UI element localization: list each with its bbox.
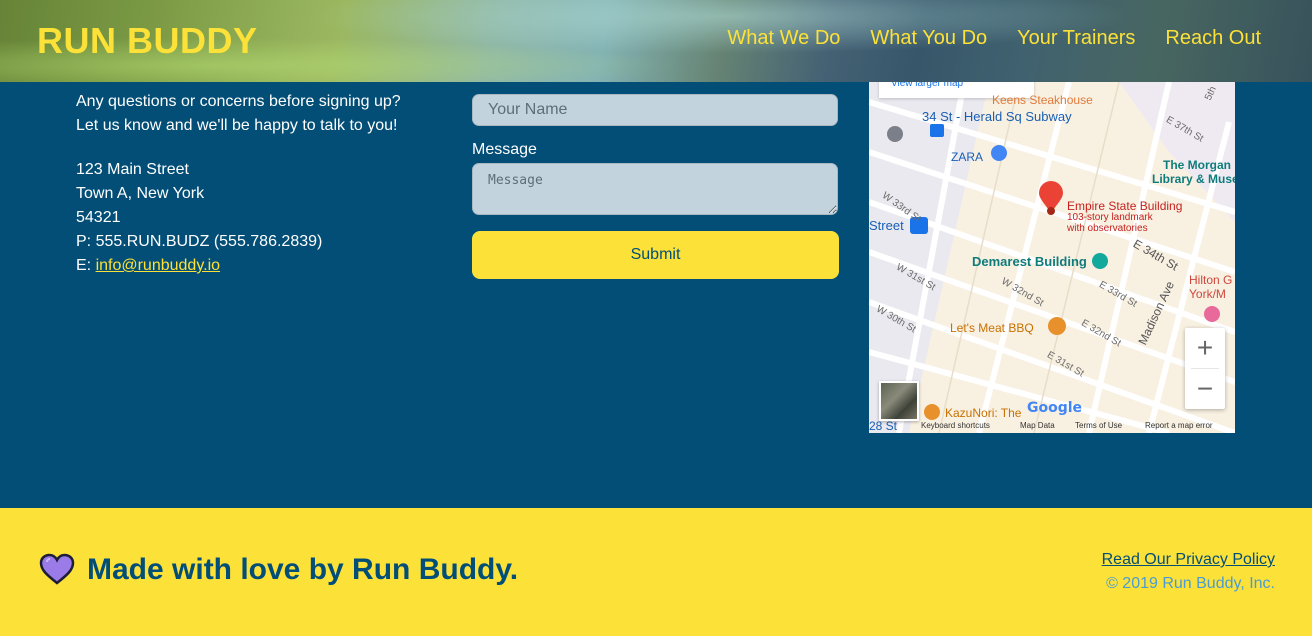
map-label-morgan-2: Library & Museum	[1152, 172, 1235, 186]
map-label-esb: Empire State Building	[1067, 199, 1183, 213]
embedded-map[interactable]: View larger map Keens Steakhouse 34 St -…	[869, 82, 1235, 433]
map-terms-link[interactable]: Terms of Use	[1075, 421, 1122, 430]
contact-address: 123 Main Street Town A, New York 54321 P…	[76, 158, 401, 278]
map-label-subway: 34 St - Herald Sq Subway	[922, 109, 1072, 124]
submit-button[interactable]: Submit	[472, 231, 839, 279]
map-zoom-control: + −	[1185, 328, 1225, 409]
heart-icon	[39, 553, 75, 585]
satellite-toggle[interactable]	[879, 381, 919, 421]
contact-intro: Any questions or concerns before signing…	[76, 90, 401, 138]
message-textarea[interactable]	[472, 163, 838, 215]
contact-intro-line1: Any questions or concerns before signing…	[76, 93, 401, 110]
contact-email-row: E: info@runbuddy.io	[76, 254, 401, 278]
map-data-link[interactable]: Map Data	[1020, 421, 1055, 430]
address-zip: 54321	[76, 209, 121, 226]
address-street: 123 Main Street	[76, 161, 189, 178]
map-label-hilton: Hilton G	[1189, 273, 1233, 287]
nav-link-your-trainers[interactable]: Your Trainers	[1017, 27, 1135, 50]
map-label-keens: Keens Steakhouse	[992, 93, 1093, 107]
map-label-zara: ZARA	[951, 150, 984, 164]
map-label-esb-sub2: with observatories	[1067, 223, 1148, 234]
google-logo: Google	[1027, 400, 1083, 416]
zoom-in-button[interactable]: +	[1185, 328, 1225, 368]
site-header: RUN BUDDY What We Do What You Do Your Tr…	[0, 0, 1312, 82]
map-footer: Keyboard shortcuts Map Data Terms of Use…	[869, 419, 1235, 433]
map-label-hilton-2: York/M	[1189, 287, 1226, 301]
zoom-out-button[interactable]: −	[1185, 369, 1225, 409]
email-prefix: E:	[76, 257, 96, 274]
privacy-policy-link[interactable]: Read Our Privacy Policy	[1102, 551, 1275, 569]
contact-intro-line2: Let us know and we'll be happy to talk t…	[76, 117, 398, 134]
map-label-esb-sub1: 103-story landmark	[1067, 212, 1153, 223]
map-label-street: Street	[869, 218, 904, 233]
contact-phone: P: 555.RUN.BUDZ (555.786.2839)	[76, 233, 323, 250]
site-logo[interactable]: RUN BUDDY	[37, 20, 258, 62]
contact-info: Any questions or concerns before signing…	[76, 90, 401, 278]
nav-link-reach-out[interactable]: Reach Out	[1165, 27, 1261, 50]
map-report-link[interactable]: Report a map error	[1145, 421, 1213, 430]
map-label-letsmeat: Let's Meat BBQ	[950, 321, 1034, 335]
map-label-kazunori: KazuNori: The	[945, 406, 1022, 420]
site-footer: Made with love by Run Buddy. Read Our Pr…	[0, 508, 1312, 636]
footer-tagline: Made with love by Run Buddy.	[87, 553, 519, 586]
nav-link-what-we-do[interactable]: What We Do	[727, 27, 840, 50]
map-keyboard-shortcuts[interactable]: Keyboard shortcuts	[921, 421, 990, 430]
map-label-demarest: Demarest Building	[972, 254, 1087, 269]
address-city: Town A, New York	[76, 185, 205, 202]
main-nav: What We Do What You Do Your Trainers Rea…	[727, 27, 1261, 50]
message-label: Message	[472, 141, 537, 158]
email-link[interactable]: info@runbuddy.io	[96, 257, 220, 274]
map-label-morgan: The Morgan	[1163, 158, 1231, 172]
name-input[interactable]	[472, 94, 838, 126]
copyright-text: © 2019 Run Buddy, Inc.	[1106, 575, 1275, 592]
nav-link-what-you-do[interactable]: What You Do	[870, 27, 987, 50]
contact-form: Your Name Message Submit	[472, 68, 839, 279]
